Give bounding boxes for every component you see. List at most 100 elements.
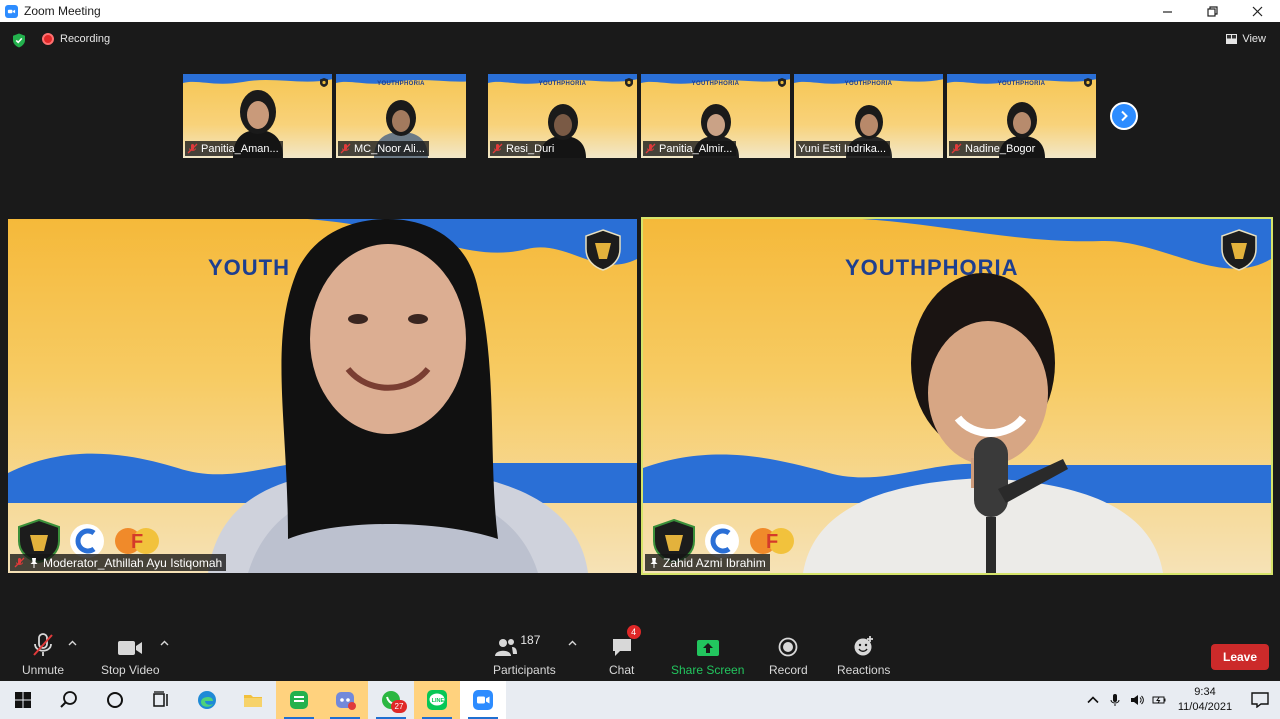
crest-icon (320, 78, 328, 87)
record-button[interactable]: Record (769, 631, 808, 681)
discord-icon (336, 692, 356, 710)
share-screen-button[interactable]: Share Screen (671, 631, 744, 681)
clock-time: 9:34 (1194, 686, 1216, 698)
task-view-button[interactable] (138, 681, 184, 719)
taskbar-line[interactable]: LINE (414, 681, 460, 719)
svg-text:LINE: LINE (432, 698, 445, 704)
participants-icon (495, 639, 518, 656)
participant-name-label: Zahid Azmi Ibrahim (645, 554, 770, 571)
participants-count: 187 (520, 633, 541, 647)
view-button[interactable]: View (1226, 33, 1266, 45)
taskbar-whatsapp[interactable]: 27 (368, 681, 414, 719)
taskbar-edge[interactable] (184, 681, 230, 719)
participant-thumbnail[interactable]: YOUTHPHORIA MC_Noor Ali... (336, 74, 466, 158)
restore-button[interactable] (1190, 0, 1235, 22)
spotlight-pin-icon (650, 558, 658, 568)
speaker-volume-icon (1131, 695, 1144, 705)
whatsapp-unread-badge: 27 (391, 700, 407, 713)
svg-text:F: F (131, 531, 143, 553)
chat-bubble-icon (612, 639, 631, 656)
participant-video (208, 219, 588, 573)
system-tray: 9:34 11/04/2021 (1082, 681, 1280, 719)
muted-mic-icon (187, 143, 198, 154)
crest-icon (778, 78, 786, 87)
participant-name-label: Yuni Esti Indrika... (796, 141, 891, 156)
minimize-button[interactable] (1145, 0, 1190, 22)
clock-date: 11/04/2021 (1177, 701, 1233, 713)
line-app-icon: LINE (427, 690, 447, 710)
windows-logo-icon (15, 692, 31, 708)
search-button[interactable] (46, 681, 92, 719)
meeting-window: Recording View Panitia_Aman... YOUTHPHOR… (0, 22, 1280, 681)
chat-label: Chat (609, 663, 635, 677)
chat-unread-badge: 4 (626, 625, 641, 639)
participant-thumbnail[interactable]: Panitia_Aman... (183, 74, 332, 158)
speaker-tile[interactable]: YOUTH F Moderator_Athillah Ayu Istiqomah (8, 219, 637, 573)
tray-volume[interactable] (1126, 681, 1148, 719)
meeting-topbar: Recording View (0, 30, 1280, 52)
share-screen-icon (696, 640, 719, 656)
share-screen-label: Share Screen (671, 663, 745, 677)
window-titlebar: Zoom Meeting (0, 0, 1280, 22)
participant-thumbnail[interactable]: YOUTHPHORIA Yuni Esti Indrika... (794, 74, 943, 158)
recording-label: Recording (60, 33, 111, 45)
windows-taskbar: 27 LINE 9:34 11/04/2021 (0, 681, 1280, 719)
start-button[interactable] (0, 681, 46, 719)
action-center-button[interactable] (1240, 681, 1280, 719)
participant-thumbnail[interactable]: YOUTHPHORIA Resi_Duri (488, 74, 637, 158)
leave-button[interactable]: Leave (1211, 644, 1269, 670)
muted-mic-icon (340, 143, 351, 154)
participants-button[interactable]: 187 Participants (493, 631, 556, 681)
notification-icon (1251, 692, 1269, 708)
cortana-button[interactable] (92, 681, 138, 719)
microphone-icon (1110, 694, 1120, 706)
gallery-view-icon (1226, 34, 1238, 44)
participants-label: Participants (493, 663, 556, 677)
taskbar-chat-app[interactable] (276, 681, 322, 719)
muted-mic-icon (645, 143, 656, 154)
taskbar-zoom[interactable] (460, 681, 506, 719)
close-button[interactable] (1235, 0, 1280, 22)
audio-options-caret-icon[interactable] (68, 640, 77, 646)
spotlight-pin-icon (30, 558, 38, 568)
chat-button[interactable]: 4 Chat (609, 625, 641, 681)
taskbar-file-explorer[interactable] (230, 681, 276, 719)
reactions-label: Reactions (837, 663, 891, 677)
participant-name-label: Panitia_Aman... (185, 141, 283, 156)
muted-mic-icon (951, 143, 962, 154)
participant-name-label: Resi_Duri (490, 141, 559, 156)
stop-video-button[interactable]: Stop Video (101, 631, 160, 681)
minimize-icon (1163, 10, 1172, 13)
edge-browser-icon (198, 691, 216, 709)
tray-microphone[interactable] (1104, 681, 1126, 719)
crest-icon (625, 78, 633, 87)
next-page-button[interactable] (1110, 102, 1138, 130)
recording-indicator[interactable]: Recording (42, 33, 110, 45)
taskbar-clock[interactable]: 9:34 11/04/2021 (1170, 685, 1240, 715)
taskbar-discord[interactable] (322, 681, 368, 719)
participant-thumbnail[interactable]: YOUTHPHORIA Panitia_Almir... (641, 74, 790, 158)
participant-name-label: Panitia_Almir... (643, 141, 737, 156)
shield-icon[interactable] (12, 33, 26, 48)
battery-charging-icon (1152, 696, 1166, 704)
participants-options-caret-icon[interactable] (568, 640, 577, 646)
zoom-app-icon (5, 4, 18, 18)
crest-icon (1221, 229, 1257, 271)
video-options-caret-icon[interactable] (160, 640, 169, 646)
chevron-right-icon (1121, 110, 1128, 122)
record-icon (778, 637, 798, 657)
microphone-prop (974, 437, 1068, 573)
chevron-up-icon (1087, 696, 1099, 704)
view-label: View (1242, 33, 1266, 45)
active-speaker-tile[interactable]: YOUTHPHORIA F Zahid Azmi Ibrahim (641, 217, 1273, 575)
reactions-button[interactable]: Reactions (837, 631, 890, 681)
participant-thumbnail[interactable]: YOUTHPHORIA Nadine_Bogor (947, 74, 1096, 158)
window-title: Zoom Meeting (24, 4, 101, 18)
restore-icon (1207, 5, 1218, 17)
tray-battery[interactable] (1148, 681, 1170, 719)
show-hidden-icons-button[interactable] (1082, 681, 1104, 719)
unmute-button[interactable]: Unmute (22, 631, 64, 681)
cortana-circle-icon (107, 692, 123, 708)
task-view-icon (153, 691, 168, 707)
unmute-label: Unmute (22, 663, 65, 677)
